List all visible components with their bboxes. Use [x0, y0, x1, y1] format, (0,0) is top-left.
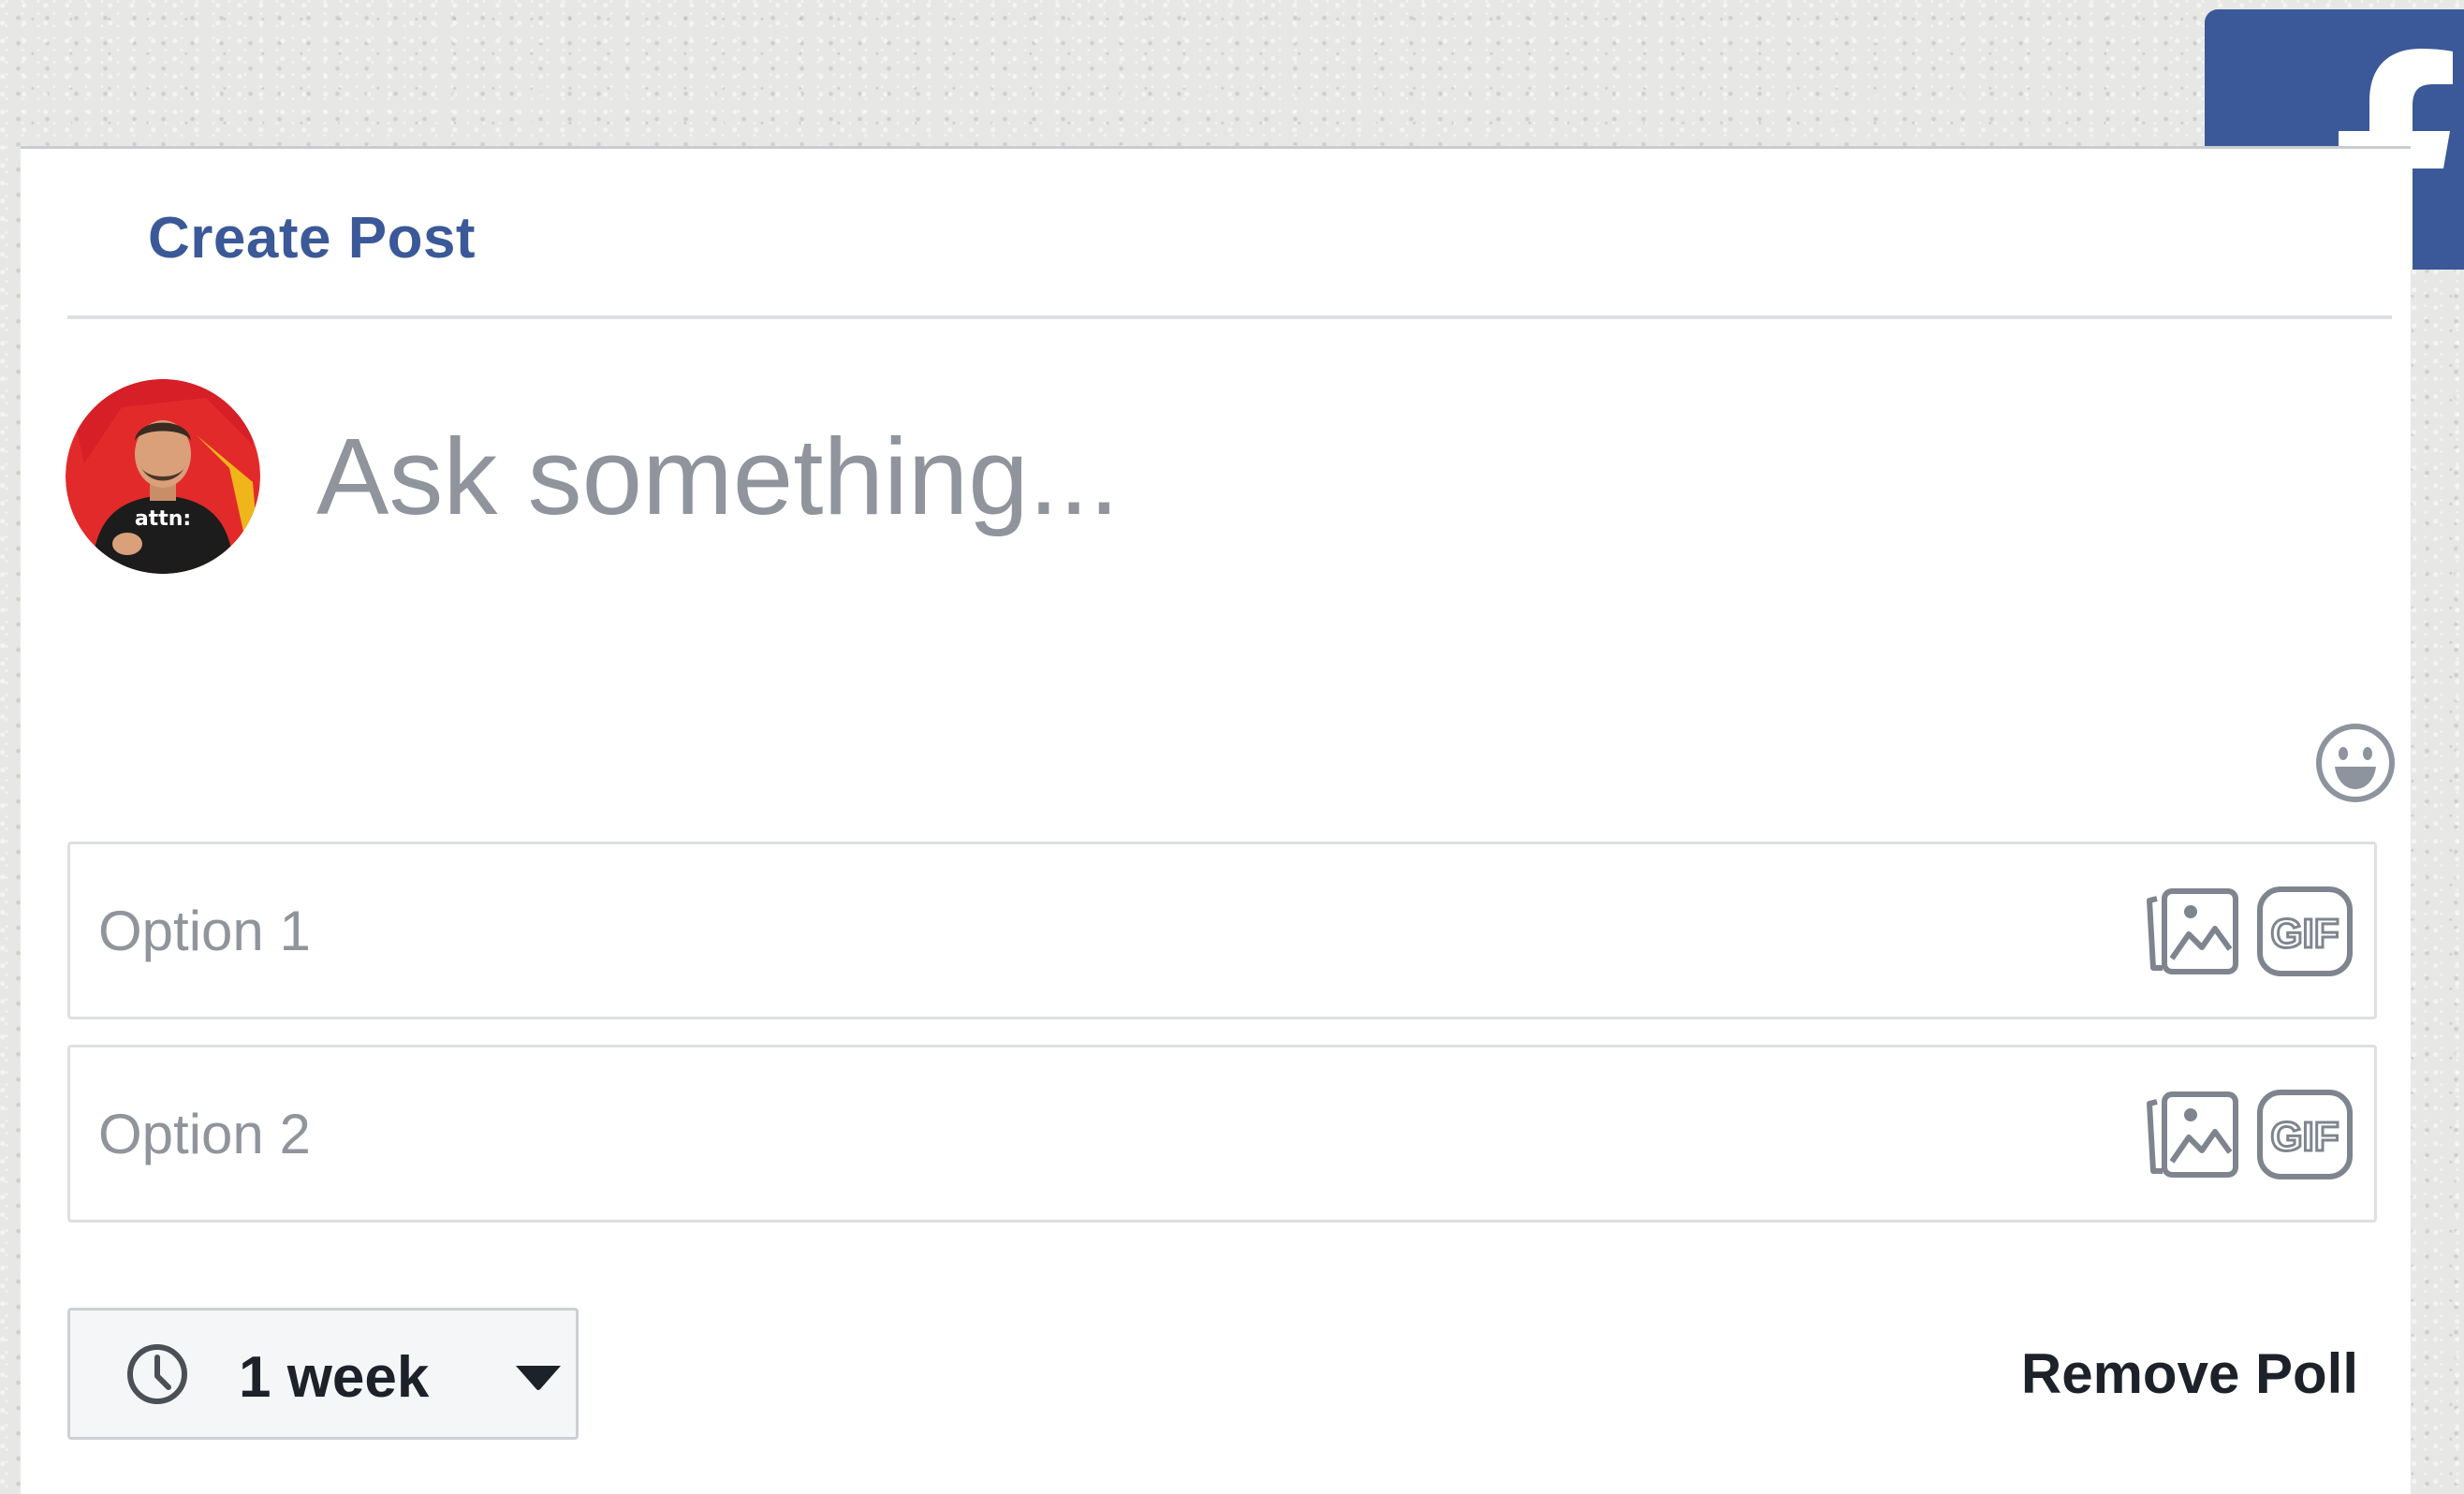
poll-option-2: GIF — [67, 1045, 2377, 1223]
card-title[interactable]: Create Post — [148, 205, 476, 271]
gif-icon[interactable]: GIF — [2256, 886, 2354, 977]
svg-text:GIF: GIF — [2270, 911, 2339, 957]
poll-question-input[interactable] — [316, 416, 2329, 537]
svg-text:attn:: attn: — [135, 507, 191, 531]
svg-text:GIF: GIF — [2270, 1114, 2339, 1160]
poll-duration-dropdown[interactable]: 1 week — [67, 1308, 579, 1440]
create-post-card: Create Post attn: Ask something... Optio… — [21, 146, 2411, 1494]
poll-option-1: GIF — [67, 842, 2377, 1019]
emoji-smile-icon[interactable] — [2314, 722, 2397, 804]
profile-avatar[interactable]: attn: — [66, 379, 260, 574]
caret-down-icon — [514, 1364, 563, 1392]
add-photo-icon[interactable] — [2144, 886, 2241, 977]
clock-icon — [125, 1341, 190, 1407]
poll-duration-label: 1 week — [239, 1345, 430, 1410]
poll-option-1-input[interactable] — [98, 882, 2111, 979]
remove-poll-button[interactable]: Remove Poll — [2021, 1341, 2358, 1406]
gif-icon[interactable]: GIF — [2256, 1089, 2354, 1180]
poll-option-2-input[interactable] — [98, 1085, 2111, 1182]
title-divider — [67, 315, 2392, 319]
add-photo-icon[interactable] — [2144, 1089, 2241, 1180]
